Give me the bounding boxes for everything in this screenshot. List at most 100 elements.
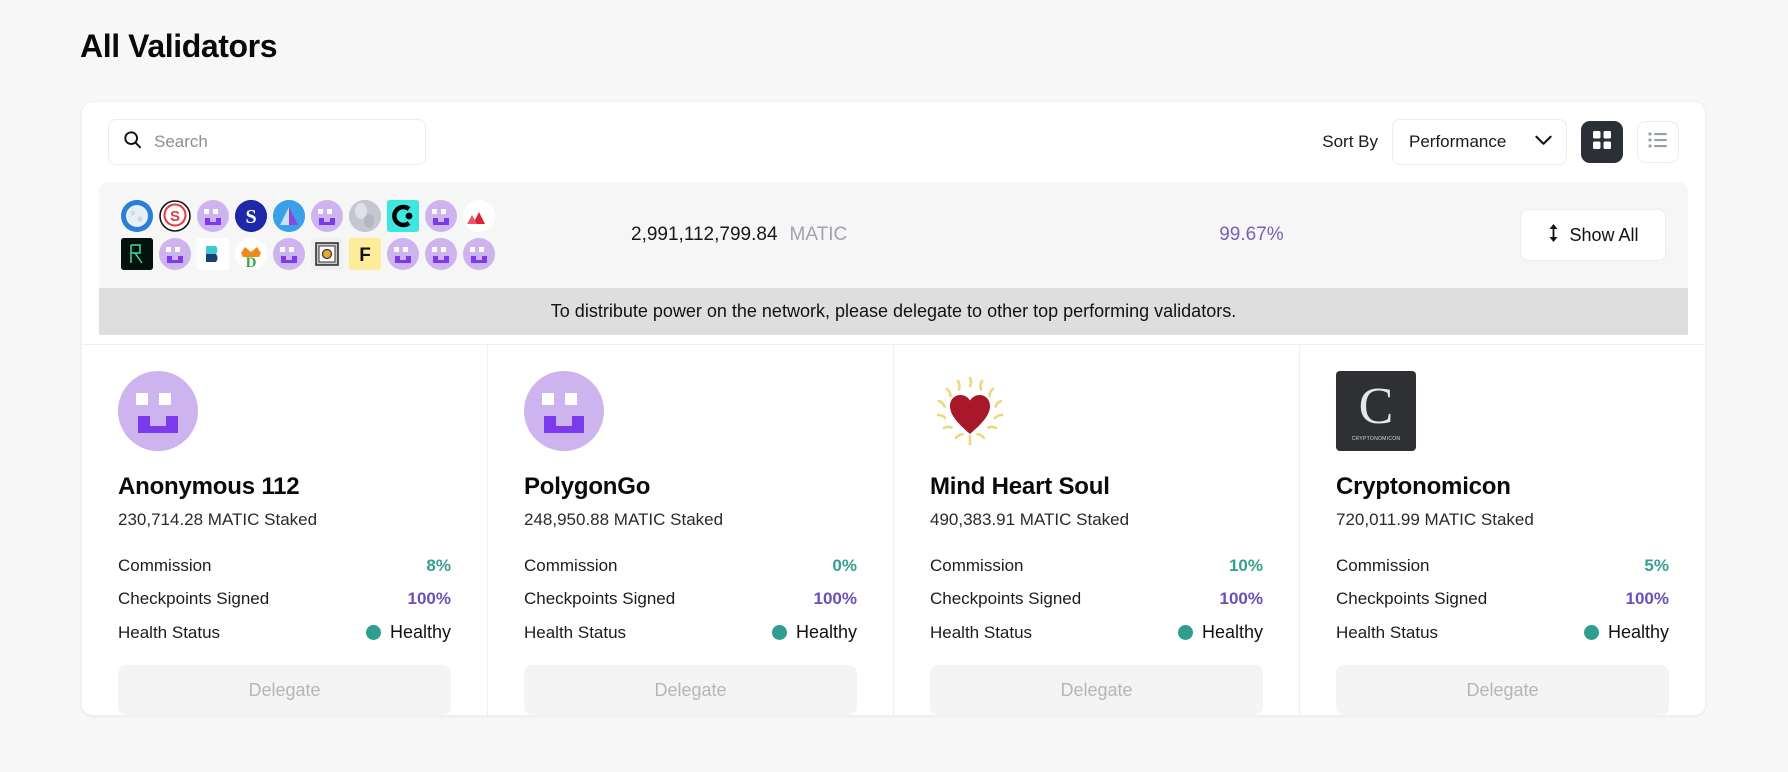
checkpoints-row: Checkpoints Signed 100% [1336,589,1669,609]
health-dot-icon [365,625,381,640]
validator-avatar: C CRYPTONOMICON [1336,371,1416,451]
validator-avatar [524,371,604,451]
health-dot-icon [1583,625,1599,640]
cryptonomicon-letter: C [1358,378,1394,435]
avatar-s-blue-icon[interactable]: S [235,200,267,232]
summary-stats: 2,991,112,799.84 MATIC 99.67% [521,224,1520,246]
total-staked-amount: 2,991,112,799.84 [631,224,778,245]
health-row: Health Status Healthy [1336,622,1669,643]
avatar-pixel-face-icon[interactable] [425,200,457,232]
grid-icon [1592,130,1612,155]
commission-label: Commission [118,556,212,575]
health-status-badge: Healthy [1177,622,1263,643]
commission-value: 10% [1228,556,1263,575]
commission-value: 0% [832,556,857,575]
show-all-button[interactable]: Show All [1520,209,1666,261]
sort-by-label: Sort By [1322,132,1378,151]
delegate-button[interactable]: Delegate [524,665,857,715]
avatar-pixel-face-icon[interactable] [425,238,457,270]
sort-by-select[interactable]: Performance [1392,119,1567,165]
avatar-pixel-face-icon[interactable] [273,238,305,270]
validator-stats: Commission 5% Checkpoints Signed 100% He… [1336,556,1669,643]
search-input[interactable] [154,132,411,152]
health-dot-icon [771,625,787,640]
summary-strip: S S D F 2,991,112,799.84 MATIC 99.67% Sh… [99,182,1688,288]
validator-staked: 490,383.91 MATIC Staked [930,510,1130,529]
total-staked-unit: MATIC [789,224,848,245]
avatar-d-blue-icon[interactable] [197,238,229,270]
delegate-button[interactable]: Delegate [930,665,1263,715]
delegate-button[interactable]: Delegate [118,665,451,715]
avatar-s-red-icon[interactable]: S [159,200,191,232]
health-status-badge: Healthy [365,622,451,643]
validator-card[interactable]: C CRYPTONOMICON Cryptonomicon 720,011.99… [1300,345,1705,715]
avatar-pixel-face-icon[interactable] [197,200,229,232]
avatar-pixel-face-icon[interactable] [387,238,419,270]
checkpoints-value: 100% [1219,589,1263,608]
avatar-c-cyan-icon[interactable] [387,200,419,232]
commission-row: Commission 0% [524,556,857,576]
checkpoints-label: Checkpoints Signed [524,589,676,608]
validator-card[interactable]: PolygonGo 248,950.88 MATIC Staked Commis… [488,345,894,715]
checkpoints-row: Checkpoints Signed 100% [118,589,451,609]
validator-name: Anonymous 112 [118,473,300,500]
avatar-peaks-icon[interactable] [463,200,495,232]
commission-label: Commission [930,556,1024,575]
delegate-button[interactable]: Delegate [1336,665,1669,715]
checkpoints-row: Checkpoints Signed 100% [524,589,857,609]
health-label: Health Status [118,622,221,642]
distribute-power-notice: To distribute power on the network, plea… [99,288,1688,335]
health-row: Health Status Healthy [930,622,1263,643]
search-field[interactable] [108,119,426,165]
sort-by-value: Performance [1409,132,1507,151]
avatar-orb-icon[interactable] [349,200,381,232]
avatar-pixel-face-icon[interactable] [463,238,495,270]
page-title: All Validators [80,28,278,64]
validator-name: Cryptonomicon [1336,473,1511,500]
list-icon [1648,131,1668,153]
health-row: Health Status Healthy [118,622,451,643]
checkpoints-value: 100% [407,589,451,608]
validator-avatar [118,371,198,451]
commission-label: Commission [1336,556,1430,575]
list-view-button[interactable] [1637,121,1679,163]
avatar-pixel-face-icon[interactable] [159,238,191,270]
avatar-moon-icon[interactable] [121,200,153,232]
validator-staked: 720,011.99 MATIC Staked [1336,510,1534,529]
avatar-pixel-face-icon[interactable] [311,200,343,232]
validator-avatar-group: S S D F [121,200,521,270]
validator-stats: Commission 0% Checkpoints Signed 100% He… [524,556,857,643]
validator-card[interactable]: Anonymous 112 230,714.28 MATIC Staked Co… [82,345,488,715]
avatar-arrow-icon[interactable] [273,200,305,232]
health-label: Health Status [524,622,627,642]
svg-text:S: S [170,208,180,225]
validators-panel: Sort By Performance [81,101,1706,716]
chevron-down-icon [1535,133,1552,151]
checkpoints-value: 100% [1625,589,1669,608]
avatar-f-yellow-icon[interactable]: F [349,238,381,270]
validator-staked: 230,714.28 MATIC Staked [118,510,318,529]
cryptonomicon-caption: CRYPTONOMICON [1351,436,1401,442]
notice-text: To distribute power on the network, plea… [550,301,1237,321]
health-status-badge: Healthy [1583,622,1669,643]
avatar-r-dark-icon[interactable] [121,238,153,270]
avatar-safe-icon[interactable] [311,238,343,270]
health-value: Healthy [795,622,857,642]
avatar-crown-icon[interactable]: D [235,238,267,270]
toolbar: Sort By Performance [82,102,1705,182]
health-dot-icon [1177,625,1193,640]
validator-stats: Commission 8% Checkpoints Signed 100% He… [118,556,451,643]
svg-text:S: S [245,206,256,228]
commission-label: Commission [524,556,618,575]
validator-card[interactable]: Mind Heart Soul 490,383.91 MATIC Staked … [894,345,1300,715]
checkpoints-label: Checkpoints Signed [930,589,1082,608]
health-value: Healthy [389,622,451,642]
toolbar-right-group: Sort By Performance [1322,119,1679,165]
health-value: Healthy [1201,622,1263,642]
validator-avatar [930,371,1010,451]
validator-card-grid: Anonymous 112 230,714.28 MATIC Staked Co… [82,344,1705,715]
performance-value: 99.67% [1219,224,1284,245]
svg-text:F: F [359,245,371,266]
grid-view-button[interactable] [1581,121,1623,163]
validator-name: Mind Heart Soul [930,473,1110,500]
